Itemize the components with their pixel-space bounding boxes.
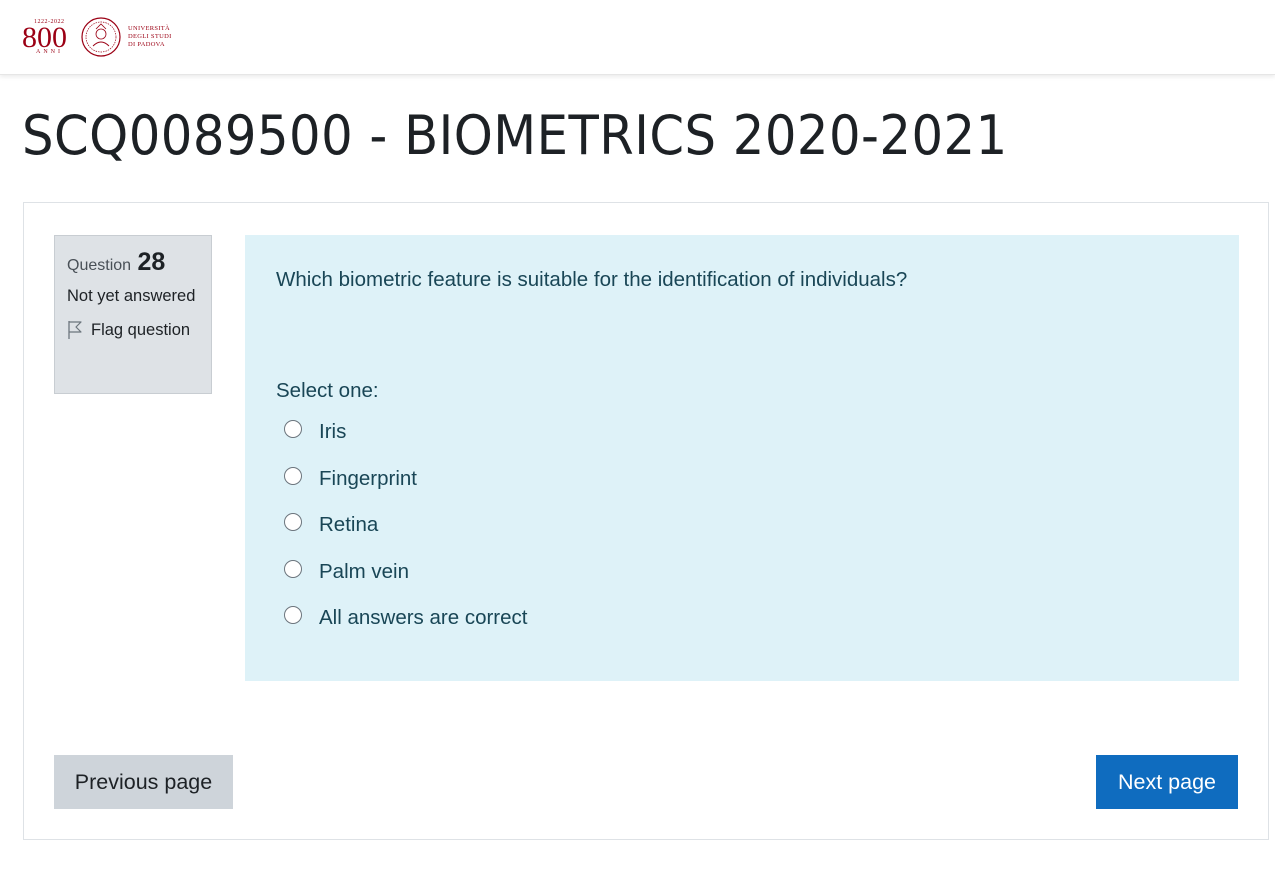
anniversary-mark: 1222-2022 800 ANNI: [22, 17, 74, 57]
university-name-line: Università: [128, 25, 170, 32]
flag-question-label: Flag question: [91, 320, 191, 339]
answer-label[interactable]: Palm vein: [319, 560, 409, 584]
question-text: Which biometric feature is suitable for …: [276, 268, 908, 291]
university-name-line: degli Studi: [128, 33, 172, 40]
answer-option-retina[interactable]: Retina: [276, 502, 1208, 549]
question-number: 28: [137, 248, 166, 276]
answer-option-palm-vein[interactable]: Palm vein: [276, 549, 1208, 596]
university-seal-icon: [81, 17, 121, 57]
answer-label[interactable]: Retina: [319, 513, 378, 537]
page-title: SCQ0089500 - BIOMETRICS 2020-2021: [22, 104, 1008, 167]
previous-page-button[interactable]: Previous page: [54, 755, 233, 809]
answer-option-fingerprint[interactable]: Fingerprint: [276, 456, 1208, 503]
radio-button[interactable]: [284, 606, 302, 625]
quiz-attempt-panel: Question 28 Not yet answered Flag questi…: [23, 202, 1269, 840]
answer-label[interactable]: Iris: [319, 420, 346, 444]
answer-list: Iris Fingerprint Retina Palm vein All an…: [276, 409, 1208, 642]
radio-button[interactable]: [284, 420, 302, 439]
answer-label[interactable]: All answers are correct: [319, 606, 527, 630]
question-state: Not yet answered: [67, 287, 196, 305]
answer-prompt: Select one:: [276, 379, 379, 402]
university-logo[interactable]: 1222-2022 800 ANNI Università degli Stud…: [22, 14, 182, 60]
answer-label[interactable]: Fingerprint: [319, 467, 417, 491]
question-info-box: Question 28 Not yet answered Flag questi…: [54, 235, 212, 394]
top-navbar: 1222-2022 800 ANNI Università degli Stud…: [0, 0, 1275, 75]
flag-question-button[interactable]: Flag question: [67, 320, 199, 340]
radio-button[interactable]: [284, 559, 302, 578]
question-content: Which biometric feature is suitable for …: [245, 235, 1239, 681]
question-number-line: Question 28: [67, 248, 199, 277]
question-label: Question: [67, 257, 132, 274]
radio-button[interactable]: [284, 513, 302, 532]
answer-option-iris[interactable]: Iris: [276, 409, 1208, 456]
flag-outline-icon: [68, 321, 82, 339]
radio-button[interactable]: [284, 466, 302, 485]
university-name-line: di Padova: [128, 41, 165, 48]
next-page-button[interactable]: Next page: [1096, 755, 1238, 809]
anni-label: ANNI: [36, 49, 63, 55]
answer-option-all-correct[interactable]: All answers are correct: [276, 595, 1208, 642]
university-name: Università degli Studi di Padova: [128, 25, 172, 49]
